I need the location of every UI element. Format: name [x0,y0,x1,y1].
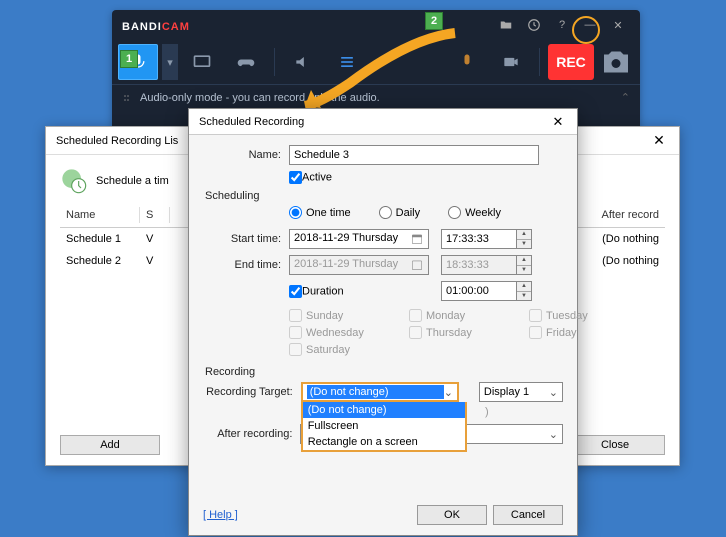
title-bar: BANDICAM ? — ✕ [112,10,640,40]
callout-marker-2: 2 [425,12,443,30]
mic-toggle-icon[interactable] [447,44,487,80]
help-icon[interactable]: ? [550,13,574,37]
scheduling-section-label: Scheduling [205,190,563,202]
active-checkbox[interactable]: Active [289,171,332,184]
close-icon[interactable]: ✕ [606,13,630,37]
dropdown-option[interactable]: Fullscreen [303,418,465,434]
clock-icon[interactable] [522,13,546,37]
daily-radio[interactable]: Daily [379,206,420,219]
mode-dropdown-arrow[interactable]: ▾ [162,44,178,80]
after-label: After recording: [203,428,300,440]
game-mode-button[interactable] [226,44,266,80]
target-dropdown: (Do not change) Fullscreen Rectangle on … [301,402,467,452]
col-name[interactable]: Name [60,207,140,223]
end-time-spinner: ▲▼ [516,255,532,275]
record-button[interactable]: REC [548,44,594,80]
close-icon[interactable]: ✕ [649,132,669,149]
start-time-spinner[interactable]: ▲▼ [516,229,532,249]
start-time-input[interactable] [441,229,517,249]
friday-checkbox: Friday [529,326,639,339]
callout-marker-1: 1 [120,50,138,68]
duration-input[interactable] [441,281,517,301]
volume-icon[interactable] [283,44,323,80]
duration-spinner[interactable]: ▲▼ [516,281,532,301]
saturday-checkbox: Saturday [289,343,399,356]
name-input[interactable] [289,145,539,165]
col-s[interactable]: S [140,207,170,223]
end-time-input [441,255,517,275]
dialog-title-bar: Scheduled Recording ✕ [189,109,577,135]
duration-checkbox[interactable]: Duration [289,285,429,298]
add-button[interactable]: Add [60,435,160,455]
chevron-down-icon: ⌄ [549,428,558,441]
target-label: Recording Target: [203,386,301,398]
name-label: Name: [203,149,289,161]
settings-icon[interactable] [327,44,367,80]
chevron-down-icon: ⌄ [549,386,558,399]
end-date-input: 2018-11-29 Thursday [289,255,429,275]
ok-button[interactable]: OK [417,505,487,525]
cancel-button[interactable]: Cancel [493,505,563,525]
display-value: ) [485,406,489,418]
start-label: Start time: [203,233,289,245]
highlight-circle [572,16,600,44]
monday-checkbox: Monday [409,309,519,322]
toolbar: ▾ REC [112,40,640,84]
calendar-icon[interactable] [410,232,424,246]
schedule-dialog: Scheduled Recording ✕ Name: Active Sched… [188,108,578,536]
dropdown-option[interactable]: Rectangle on a screen [303,434,465,450]
dropdown-option[interactable]: (Do not change) [303,402,465,418]
help-link[interactable]: [ Help ] [203,509,238,521]
brand-logo: BANDICAM [122,17,190,33]
globe-clock-icon [60,167,88,195]
mode-info-bar: Audio-only mode - you can record only th… [112,84,640,110]
wednesday-checkbox: Wednesday [289,326,399,339]
recording-section-label: Recording [205,366,563,378]
schedule-prompt-text: Schedule a tim [96,175,169,187]
folder-icon[interactable] [494,13,518,37]
grip-icon [122,92,134,104]
weekday-checkboxes: Sunday Monday Tuesday Wednesday Thursday… [289,309,563,356]
weekly-radio[interactable]: Weekly [448,206,501,219]
dialog-title: Scheduled Recording [199,116,304,128]
collapse-icon[interactable]: ⌃ [621,91,630,104]
recording-target-combo[interactable]: (Do not change) ⌄ (Do not change) Fullsc… [301,382,459,402]
display-combo[interactable]: Display 1⌄ [479,382,563,402]
onetime-radio[interactable]: One time [289,206,351,219]
sunday-checkbox: Sunday [289,309,399,322]
close-icon[interactable]: ✕ [549,114,567,130]
close-button[interactable]: Close [565,435,665,455]
chevron-down-icon: ⌄ [444,386,453,399]
list-window-title: Scheduled Recording Lis [56,135,178,147]
start-date-input[interactable]: 2018-11-29 Thursday [289,229,429,249]
mode-info-text: Audio-only mode - you can record only th… [140,92,380,104]
end-label: End time: [203,259,289,271]
tuesday-checkbox: Tuesday [529,309,639,322]
screen-mode-button[interactable] [182,44,222,80]
calendar-icon [410,258,424,272]
screenshot-button[interactable] [598,44,634,80]
thursday-checkbox: Thursday [409,326,519,339]
webcam-icon[interactable] [491,44,531,80]
